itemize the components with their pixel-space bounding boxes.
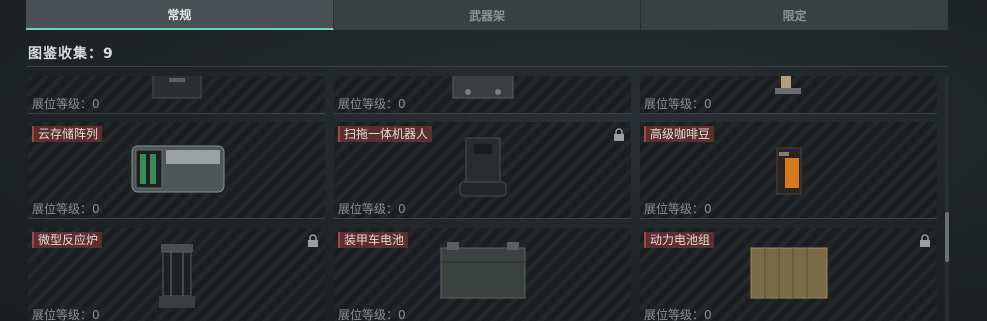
- booth-level: 展位等级：0: [644, 202, 712, 216]
- scrollbar-track[interactable]: [945, 76, 949, 321]
- tab-regular[interactable]: 常规: [26, 0, 334, 30]
- booth-level: 展位等级：0: [338, 308, 406, 321]
- item-name-label: 扫拖一体机器人: [338, 126, 433, 142]
- item-name-label: 高级咖啡豆: [644, 126, 715, 142]
- gadget-icon: [774, 76, 801, 94]
- booth-level: 展位等级：0: [644, 97, 712, 111]
- item-card[interactable]: 展位等级：0: [334, 76, 631, 114]
- booth-level: 展位等级：0: [32, 202, 100, 216]
- divider: [26, 66, 948, 67]
- item-name-label: 装甲车电池: [338, 232, 409, 248]
- battery-pack-icon: [750, 247, 827, 299]
- booth-level: 展位等级：0: [32, 308, 100, 321]
- collection-count: 图鉴收集：9: [28, 46, 114, 62]
- item-name-label: 微型反应炉: [32, 232, 103, 248]
- case-icon: [152, 76, 201, 99]
- item-card[interactable]: 微型反应炉 展位等级：0: [28, 228, 325, 321]
- booth-level: 展位等级：0: [338, 97, 406, 111]
- device-icon: [452, 76, 513, 99]
- car-battery-icon: [440, 242, 525, 299]
- tab-limited[interactable]: 限定: [641, 0, 949, 30]
- scrollbar-thumb[interactable]: [945, 212, 949, 262]
- lock-icon: [614, 128, 624, 141]
- item-card[interactable]: 装甲车电池 展位等级：0: [334, 228, 631, 321]
- item-card[interactable]: 扫拖一体机器人 展位等级：0: [334, 122, 631, 219]
- reactor-icon: [158, 244, 195, 308]
- item-card[interactable]: 云存储阵列 展位等级：0: [28, 122, 325, 219]
- booth-level: 展位等级：0: [32, 97, 100, 111]
- item-card[interactable]: 动力电池组 展位等级：0: [640, 228, 937, 321]
- lock-icon: [920, 234, 930, 247]
- item-name-label: 动力电池组: [644, 232, 715, 248]
- booth-level: 展位等级：0: [644, 308, 712, 321]
- tab-weapon-rack[interactable]: 武器架: [333, 0, 642, 30]
- category-tabs: 常规 武器架 限定: [26, 0, 949, 30]
- storage-array-icon: [131, 145, 224, 193]
- item-grid: 展位等级：0 展位等级：0 展位等级：0 云存储阵列 展位等级：0 扫拖一体机器…: [28, 76, 940, 321]
- item-name-label: 云存储阵列: [32, 126, 103, 142]
- item-card[interactable]: 展位等级：0: [640, 76, 937, 114]
- lock-icon: [308, 234, 318, 247]
- item-card[interactable]: 展位等级：0: [28, 76, 325, 114]
- coffee-bag-icon: [776, 147, 801, 195]
- robot-vacuum-icon: [459, 137, 506, 197]
- booth-level: 展位等级：0: [338, 202, 406, 216]
- item-card[interactable]: 高级咖啡豆 展位等级：0: [640, 122, 937, 219]
